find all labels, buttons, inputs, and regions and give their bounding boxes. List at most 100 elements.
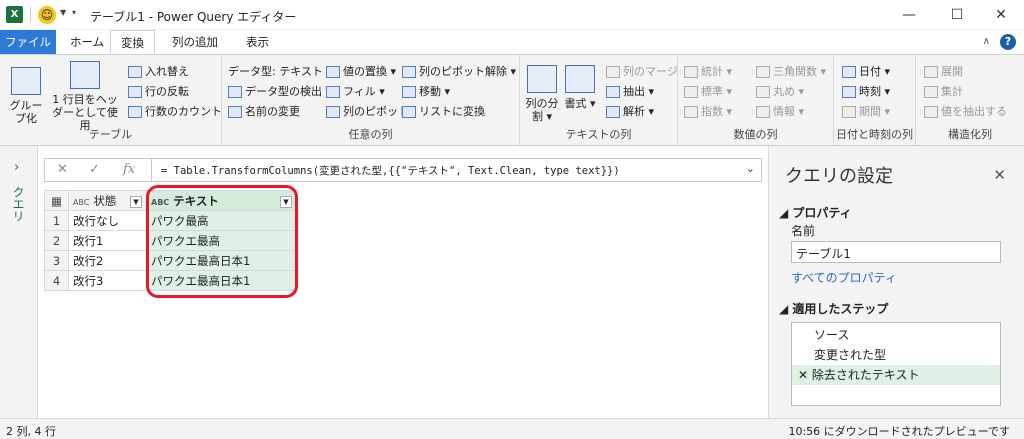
- group-table: グループ化 1 行目をヘッ ダーとして使用 入れ替え 行の反転 行数のカウント …: [0, 55, 222, 145]
- cancel-formula-icon[interactable]: ✕: [57, 162, 68, 177]
- reverse-rows-button[interactable]: 行の反転: [128, 83, 189, 99]
- list-item-selected[interactable]: ✕ 除去されたテキスト: [792, 365, 1000, 385]
- group-date-time-label: 日付と時刻の列: [836, 128, 913, 141]
- group-structured-column-label: 構造化列: [948, 128, 992, 141]
- aggregate-button[interactable]: 集計: [924, 83, 963, 99]
- applied-steps-header[interactable]: ◢ 適用したステップ: [779, 300, 888, 317]
- extract-values-label: 値を抽出する: [941, 105, 1007, 118]
- query-settings-pane: クエリの設定 ✕ ◢ プロパティ 名前 テーブル1 すべてのプロパティ ◢ 適用…: [768, 146, 1024, 418]
- merge-columns-button[interactable]: 列のマージ: [606, 63, 678, 79]
- delete-step-icon[interactable]: ✕: [798, 368, 812, 382]
- use-first-row-headers-button[interactable]: 1 行目をヘッ ダーとして使用: [48, 61, 122, 132]
- customize-toolbar-icon[interactable]: ▾: [72, 8, 76, 17]
- list-item[interactable]: 変更された型: [792, 345, 1000, 365]
- queries-pane-collapsed[interactable]: › クエリ: [0, 146, 38, 418]
- unpivot-columns-button[interactable]: 列のピボット解除 ▾: [402, 63, 516, 79]
- split-column-button[interactable]: 列の分割 ▾: [524, 65, 560, 123]
- format-button[interactable]: 書式 ▾: [562, 65, 598, 110]
- standard-button[interactable]: 標準 ▾: [684, 83, 732, 99]
- trigonometry-button[interactable]: 三角関数 ▾: [756, 63, 826, 79]
- table-menu-icon[interactable]: ▦: [44, 190, 69, 211]
- tab-transform[interactable]: 変換: [110, 30, 155, 55]
- count-rows-button[interactable]: 行数のカウント: [128, 103, 222, 119]
- information-button[interactable]: 情報 ▾: [756, 103, 804, 119]
- group-structured-column: 展開 集計 値を抽出する 構造化列: [916, 55, 1024, 145]
- smiley-icon[interactable]: ☺: [38, 6, 56, 24]
- format-label: 書式: [564, 97, 587, 110]
- date-button[interactable]: 日付 ▾: [842, 63, 890, 79]
- row-number[interactable]: 2: [44, 230, 69, 251]
- info-label: 情報: [773, 105, 795, 118]
- cell-state[interactable]: 改行なし: [68, 210, 147, 231]
- convert-to-list-button[interactable]: リストに変換: [402, 103, 485, 119]
- table-header-icon: [70, 61, 100, 89]
- tab-view[interactable]: 表示: [236, 30, 279, 54]
- extract-values-button[interactable]: 値を抽出する: [924, 103, 1007, 119]
- expand-formula-icon[interactable]: ⌄: [746, 162, 755, 175]
- detect-type-icon: [228, 86, 242, 98]
- row-number[interactable]: 4: [44, 270, 69, 291]
- extract-button[interactable]: 抽出 ▾: [606, 83, 654, 99]
- maximize-button[interactable]: ☐: [934, 4, 980, 26]
- filter-dropdown-icon[interactable]: ▼: [130, 195, 142, 208]
- fx-icon[interactable]: fx: [123, 162, 135, 177]
- duration-button[interactable]: 期間 ▾: [842, 103, 890, 119]
- tab-add-column[interactable]: 列の追加: [162, 30, 228, 54]
- extract-label: 抽出: [623, 85, 645, 98]
- triangle-icon: [756, 66, 770, 78]
- tab-home[interactable]: ホーム: [60, 30, 114, 54]
- group-text-column: 列の分割 ▾ 書式 ▾ 列のマージ 抽出 ▾ 解析 ▾ テキストの列: [520, 55, 678, 145]
- parse-button[interactable]: 解析 ▾: [606, 103, 654, 119]
- group-any-column: データ型: テキスト ▾ データ型の検出 名前の変更 値の置換 ▾ フィル ▾ …: [222, 55, 520, 145]
- commit-formula-icon[interactable]: ✓: [89, 162, 100, 177]
- row-number[interactable]: 3: [44, 250, 69, 271]
- chevron-right-icon[interactable]: ›: [14, 160, 19, 175]
- queries-label[interactable]: クエリ: [10, 186, 27, 222]
- rename-button[interactable]: 名前の変更: [228, 103, 300, 119]
- replace-values-button[interactable]: 値の置換 ▾: [326, 63, 396, 79]
- status-right: 10:56 にダウンロードされたプレビューです: [788, 425, 1010, 438]
- cell-state[interactable]: 改行3: [68, 270, 147, 291]
- group-number-column: 統計 ▾ 標準 ▾ 指数 ▾ 三角関数 ▾ 丸め ▾ 情報 ▾ 数値の列: [678, 55, 834, 145]
- move-button[interactable]: 移動 ▾: [402, 83, 450, 99]
- column-header-state[interactable]: ABC 状態 ▼: [68, 190, 147, 211]
- help-icon[interactable]: ?: [1000, 34, 1016, 50]
- header-label-1: 1 行目をヘッ: [52, 93, 118, 106]
- all-properties-link[interactable]: すべてのプロパティ: [791, 269, 897, 286]
- transpose-label: 入れ替え: [145, 65, 189, 78]
- applied-steps-label: 適用したステップ: [792, 302, 889, 316]
- rounding-button[interactable]: 丸め ▾: [756, 83, 804, 99]
- group-number-column-label: 数値の列: [733, 128, 778, 141]
- rounding-icon: [756, 86, 770, 98]
- scientific-button[interactable]: 指数 ▾: [684, 103, 732, 119]
- detect-data-type-button[interactable]: データ型の検出: [228, 83, 322, 99]
- close-button[interactable]: ✕: [978, 4, 1024, 26]
- minimize-button[interactable]: —: [886, 4, 932, 26]
- aggregate-label: 集計: [941, 85, 963, 98]
- fill-button[interactable]: フィル ▾: [326, 83, 385, 99]
- collapse-ribbon-icon[interactable]: ∧: [983, 36, 990, 47]
- round-label: 丸め: [773, 85, 795, 98]
- pivot-column-button[interactable]: 列のピボット: [326, 103, 409, 119]
- list-item[interactable]: ソース: [792, 325, 1000, 345]
- cell-state[interactable]: 改行1: [68, 230, 147, 251]
- expand-button[interactable]: 展開: [924, 63, 963, 79]
- statistics-button[interactable]: 統計 ▾: [684, 63, 732, 79]
- row-number[interactable]: 1: [44, 210, 69, 231]
- properties-header[interactable]: ◢ プロパティ: [779, 204, 852, 221]
- data-type-dropdown[interactable]: データ型: テキスト ▾: [228, 63, 332, 79]
- group-by-button[interactable]: グループ化: [6, 67, 46, 125]
- cell-state[interactable]: 改行2: [68, 250, 147, 271]
- transpose-button[interactable]: 入れ替え: [128, 63, 189, 79]
- time-button[interactable]: 時刻 ▾: [842, 83, 890, 99]
- count-rows-label: 行数のカウント: [145, 105, 222, 118]
- chevron-down-icon[interactable]: ▼: [60, 8, 66, 17]
- tab-file[interactable]: ファイル: [0, 30, 56, 54]
- query-name-input[interactable]: テーブル1: [791, 241, 1001, 263]
- close-icon[interactable]: ✕: [993, 166, 1006, 184]
- formula-input[interactable]: = Table.TransformColumns(変更された型,{{"テキスト"…: [161, 163, 620, 178]
- standard-label: 標準: [701, 85, 723, 98]
- abc-type-icon[interactable]: ABC: [73, 198, 89, 207]
- count-rows-icon: [128, 106, 142, 118]
- group-by-label: グループ化: [9, 99, 43, 125]
